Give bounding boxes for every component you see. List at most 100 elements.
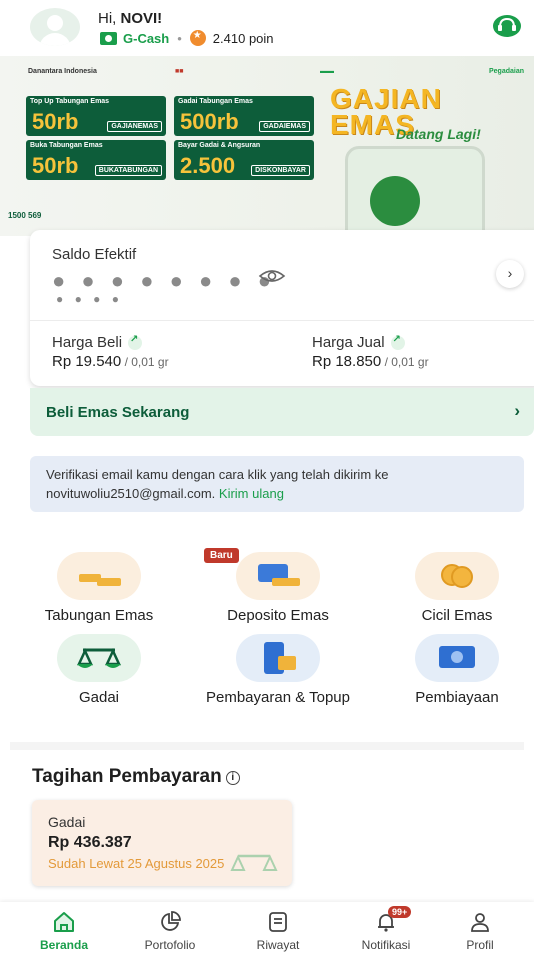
promo-banner[interactable]: Danantara Indonesia ■■ ▬▬ Pegadaian Top …: [0, 56, 534, 236]
nav-label: Riwayat: [256, 938, 300, 952]
home-icon: [54, 912, 74, 932]
scale-icon: [57, 634, 141, 682]
tagihan-type: Gadai: [48, 814, 86, 830]
banner-card-title: Bayar Gadai & Angsuran: [178, 142, 261, 149]
coins-icon: [415, 552, 499, 600]
nav-label: Beranda: [39, 938, 89, 952]
harga-beli-value: Rp 19.540: [52, 353, 122, 370]
banner-pegadaian-emblem: [370, 176, 420, 226]
banner-card-code: GADAIEMAS: [259, 121, 310, 132]
greeting: Hi, NOVI!: [98, 10, 162, 27]
section-divider: [10, 742, 524, 750]
saldo-title: Saldo Efektif: [52, 246, 137, 263]
harga-beli-label: Harga Beli: [52, 334, 123, 351]
menu-cicil-emas[interactable]: Cicil Emas: [382, 552, 532, 626]
banner-card-title: Top Up Tabungan Emas: [30, 98, 110, 105]
menu-pembayaran-topup[interactable]: Pembayaran & Topup: [203, 634, 353, 708]
banner-card-value: 50rb: [32, 153, 79, 178]
banner-card-code: BUKATABUNGAN: [94, 165, 162, 176]
poin-icon: [189, 30, 206, 46]
headset-icon[interactable]: [492, 12, 522, 40]
banner-promo-card: Gadai Tabungan Emas 500rb GADAIEMAS: [174, 96, 314, 136]
banner-phone-number: 1500 569: [8, 211, 42, 220]
trend-up-icon: [390, 334, 405, 350]
nav-notifikasi[interactable]: 99+ Notifikasi: [336, 906, 436, 952]
saldo-masked-value: ● ● ● ● ● ● ● ●: [52, 268, 277, 293]
eye-icon[interactable]: [258, 266, 286, 286]
greeting-prefix: Hi,: [98, 10, 121, 27]
harga-beli: Harga Beli Rp 19.540 / 0,01 gr: [52, 334, 169, 371]
poin-text[interactable]: 2.410 poin: [213, 31, 274, 46]
nav-beranda[interactable]: Beranda: [14, 910, 114, 952]
info-icon[interactable]: i: [225, 771, 240, 785]
nav-profil[interactable]: Profil: [430, 910, 530, 952]
banner-hero-subtitle: Datang Lagi!: [396, 126, 481, 142]
menu-label: Tabungan Emas: [44, 607, 154, 624]
scale-watermark-icon: [230, 854, 278, 871]
avatar-head: [47, 15, 63, 31]
banner-logo-ojk: ▬▬: [320, 68, 334, 75]
pie-chart-icon: [161, 911, 181, 931]
harga-jual: Harga Jual Rp 18.850 / 0,01 gr: [312, 334, 429, 371]
banner-card-value: 2.500: [180, 153, 236, 178]
banner-card-title: Buka Tabungan Emas: [30, 142, 103, 149]
user-name: NOVI!: [120, 10, 163, 27]
gcash-icon: [100, 31, 117, 45]
payment-phone-icon: [236, 634, 320, 682]
banner-card-code: DISKONBAYAR: [251, 165, 310, 176]
gcash-label[interactable]: G-Cash: [123, 31, 169, 46]
header: Hi, NOVI! G-Cash • 2.410 poin: [0, 0, 534, 56]
tagihan-title: Tagihan Pembayaran i: [32, 766, 240, 788]
saldo-card[interactable]: Saldo Efektif ● ● ● ● ● ● ● ● ● ● ● ● › …: [30, 230, 534, 386]
menu-label: Cicil Emas: [421, 607, 493, 624]
nav-label: Notifikasi: [361, 938, 411, 952]
harga-jual-label: Harga Jual: [312, 334, 385, 351]
menu-label: Deposito Emas: [227, 607, 329, 624]
banner-card-title: Gadai Tabungan Emas: [178, 98, 253, 105]
verify-email-notice: Verifikasi email kamu dengan cara klik y…: [30, 456, 524, 512]
resend-link[interactable]: Kirim ulang: [219, 486, 284, 501]
divider: [30, 320, 534, 321]
menu-label: Pembiayaan: [415, 689, 499, 706]
tagihan-amount: Rp 436.387: [48, 834, 132, 851]
banner-card-code: GAJIANEMAS: [107, 121, 162, 132]
banner-logo-bumn: ■■: [175, 68, 184, 75]
menu-tabungan-emas[interactable]: Tabungan Emas: [24, 552, 174, 626]
menu-label: Gadai: [78, 689, 120, 706]
banknote-icon: [415, 634, 499, 682]
menu-gadai[interactable]: Gadai: [24, 634, 174, 708]
saldo-masked-subvalue: ● ● ● ●: [56, 292, 123, 306]
tagihan-status: Sudah Lewat 25 Agustus 2025: [48, 856, 225, 871]
avatar-body: [39, 33, 71, 46]
nav-riwayat[interactable]: Riwayat: [228, 910, 328, 952]
banner-promo-card: Top Up Tabungan Emas 50rb GAJIANEMAS: [26, 96, 166, 136]
chevron-right-icon: ›: [514, 401, 520, 420]
trend-up-icon: [128, 334, 143, 350]
beli-emas-button[interactable]: Beli Emas Sekarang ›: [30, 388, 534, 436]
receipt-icon: [269, 912, 287, 932]
menu-pembiayaan[interactable]: Pembiayaan: [382, 634, 532, 708]
tagihan-card[interactable]: Gadai Rp 436.387 Sudah Lewat 25 Agustus …: [32, 800, 292, 886]
verify-email-text: Verifikasi email kamu dengan cara klik y…: [46, 467, 389, 501]
banner-card-value: 50rb: [32, 109, 79, 134]
menu-deposito-emas[interactable]: Deposito Emas: [203, 552, 353, 626]
gold-bars-icon: [57, 552, 141, 600]
beli-emas-label: Beli Emas Sekarang: [46, 404, 190, 421]
nav-portofolio[interactable]: Portofolio: [120, 910, 220, 952]
banner-logo-pegadaian: Pegadaian: [488, 68, 524, 75]
avatar[interactable]: [30, 8, 80, 46]
tagihan-title-text: Tagihan Pembayaran: [32, 766, 222, 787]
harga-beli-unit: / 0,01 gr: [121, 355, 169, 369]
nav-label: Profil: [466, 938, 494, 952]
separator-dot: •: [177, 30, 182, 46]
menu-label: Pembayaran & Topup: [206, 689, 350, 706]
nav-label: Portofolio: [144, 938, 196, 952]
banner-promo-card: Buka Tabungan Emas 50rb BUKATABUNGAN: [26, 140, 166, 180]
banner-logo-danantara: Danantara Indonesia: [28, 68, 97, 75]
wallet-row: G-Cash • 2.410 poin: [100, 30, 274, 46]
banner-promo-card: Bayar Gadai & Angsuran 2.500 DISKONBAYAR: [174, 140, 314, 180]
harga-jual-value: Rp 18.850: [312, 353, 382, 370]
deposit-icon: [236, 552, 320, 600]
bottom-nav: Beranda Portofolio Riwayat 99+ Notifikas…: [0, 902, 534, 965]
saldo-detail-chevron-icon[interactable]: ›: [496, 260, 524, 288]
